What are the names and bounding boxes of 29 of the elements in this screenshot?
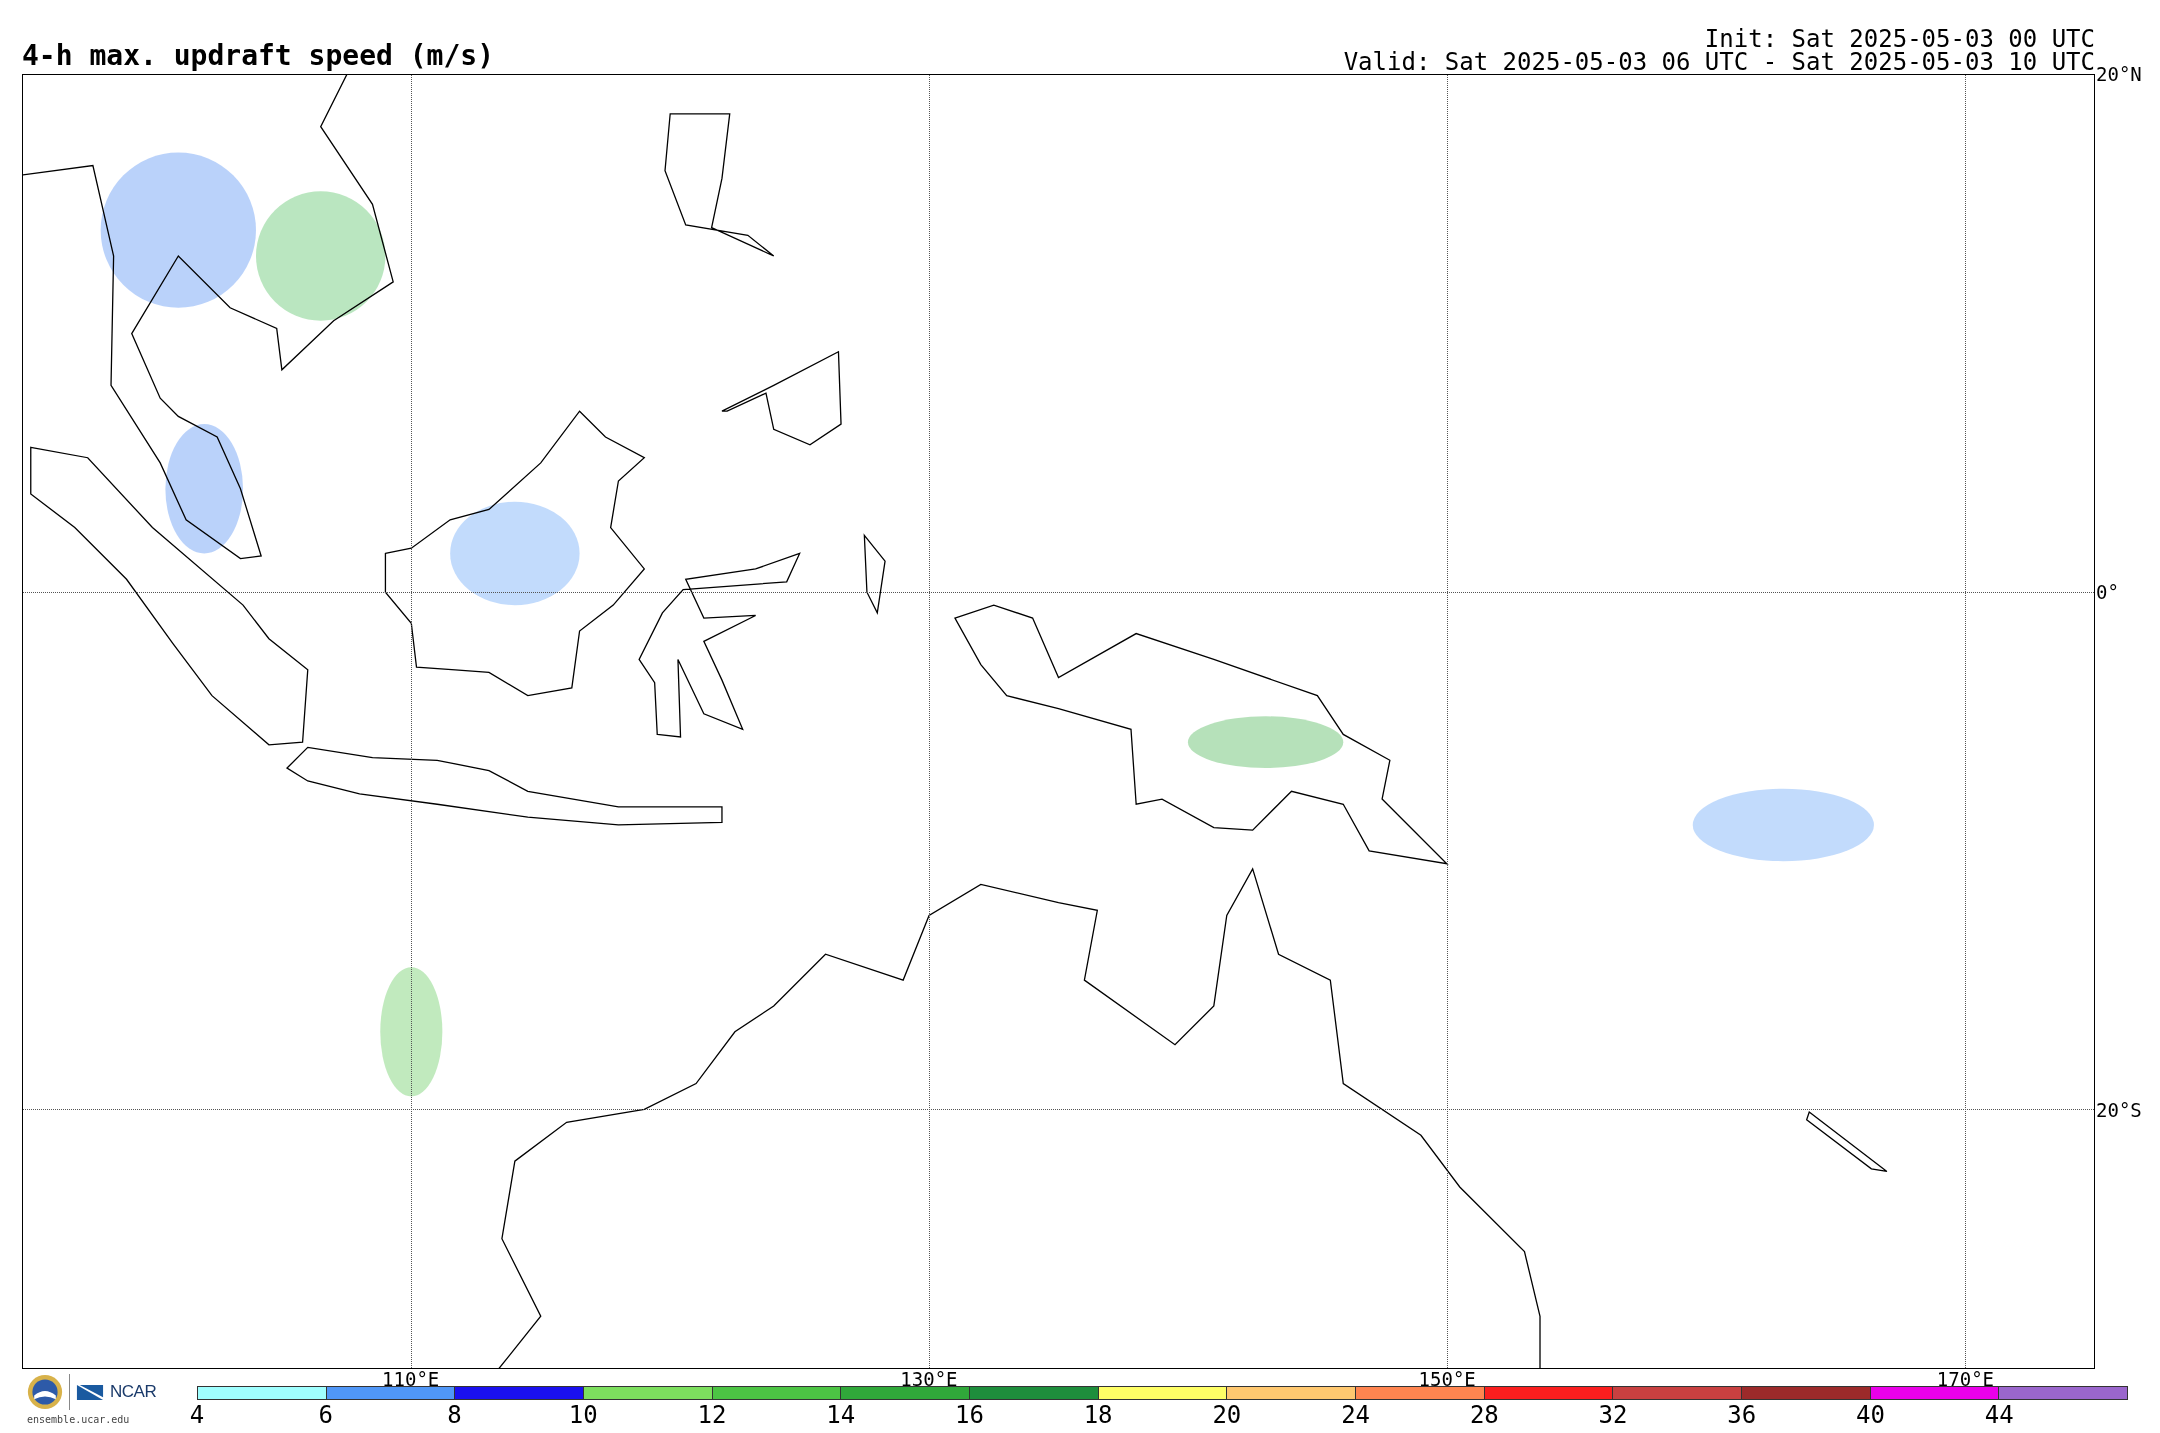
colorbar-tick-label: 28 xyxy=(1469,1402,1499,1428)
colorbar-tick-label: 4 xyxy=(189,1402,205,1428)
colorbar-tick-label: 40 xyxy=(1856,1402,1885,1428)
colorbar-tick-label: 44 xyxy=(1984,1402,2014,1428)
colorbar-tick-label: 10 xyxy=(568,1402,598,1428)
colorbar-tick-label: 18 xyxy=(1083,1402,1113,1428)
colorbar-tick-label: 16 xyxy=(954,1402,984,1428)
colorbar-tick-label: 6 xyxy=(318,1402,333,1428)
colorbar-tick-label: 12 xyxy=(697,1402,727,1428)
latitude-label: 20°N xyxy=(2096,64,2142,84)
colorbar-tick-label: 24 xyxy=(1341,1402,1371,1428)
latitude-label: 20°S xyxy=(2096,1100,2142,1120)
init-time: Init: Sat 2025-05-03 00 UTC xyxy=(1703,28,2095,51)
longitude-label: 110°E xyxy=(382,1369,440,1389)
ncar-mark-icon xyxy=(76,1382,104,1402)
longitude-label: 170°E xyxy=(1936,1369,1995,1389)
colorbar-tick-label: 8 xyxy=(447,1402,462,1428)
longitude-label: 130°E xyxy=(900,1369,958,1389)
valid-time: Valid: Sat 2025-05-03 06 UTC - Sat 2025-05-03 10 UTC xyxy=(1343,51,2095,74)
seal-logo-icon xyxy=(27,1374,63,1410)
latitude-label: 0° xyxy=(2096,582,2119,602)
chart-title: 4-h max. updraft speed (m/s) xyxy=(22,42,494,74)
ncar-logo-text: NCAR xyxy=(110,1382,157,1402)
website-url: ensemble.ucar.edu xyxy=(27,1414,131,1425)
colorbar-tick-label: 32 xyxy=(1598,1402,1628,1428)
longitude-label: 150°E xyxy=(1418,1369,1476,1389)
colorbar-tick-label: 36 xyxy=(1727,1402,1757,1428)
colorbar-tick-label: 14 xyxy=(826,1402,856,1428)
colorbar-tick-label: 20 xyxy=(1212,1402,1242,1428)
